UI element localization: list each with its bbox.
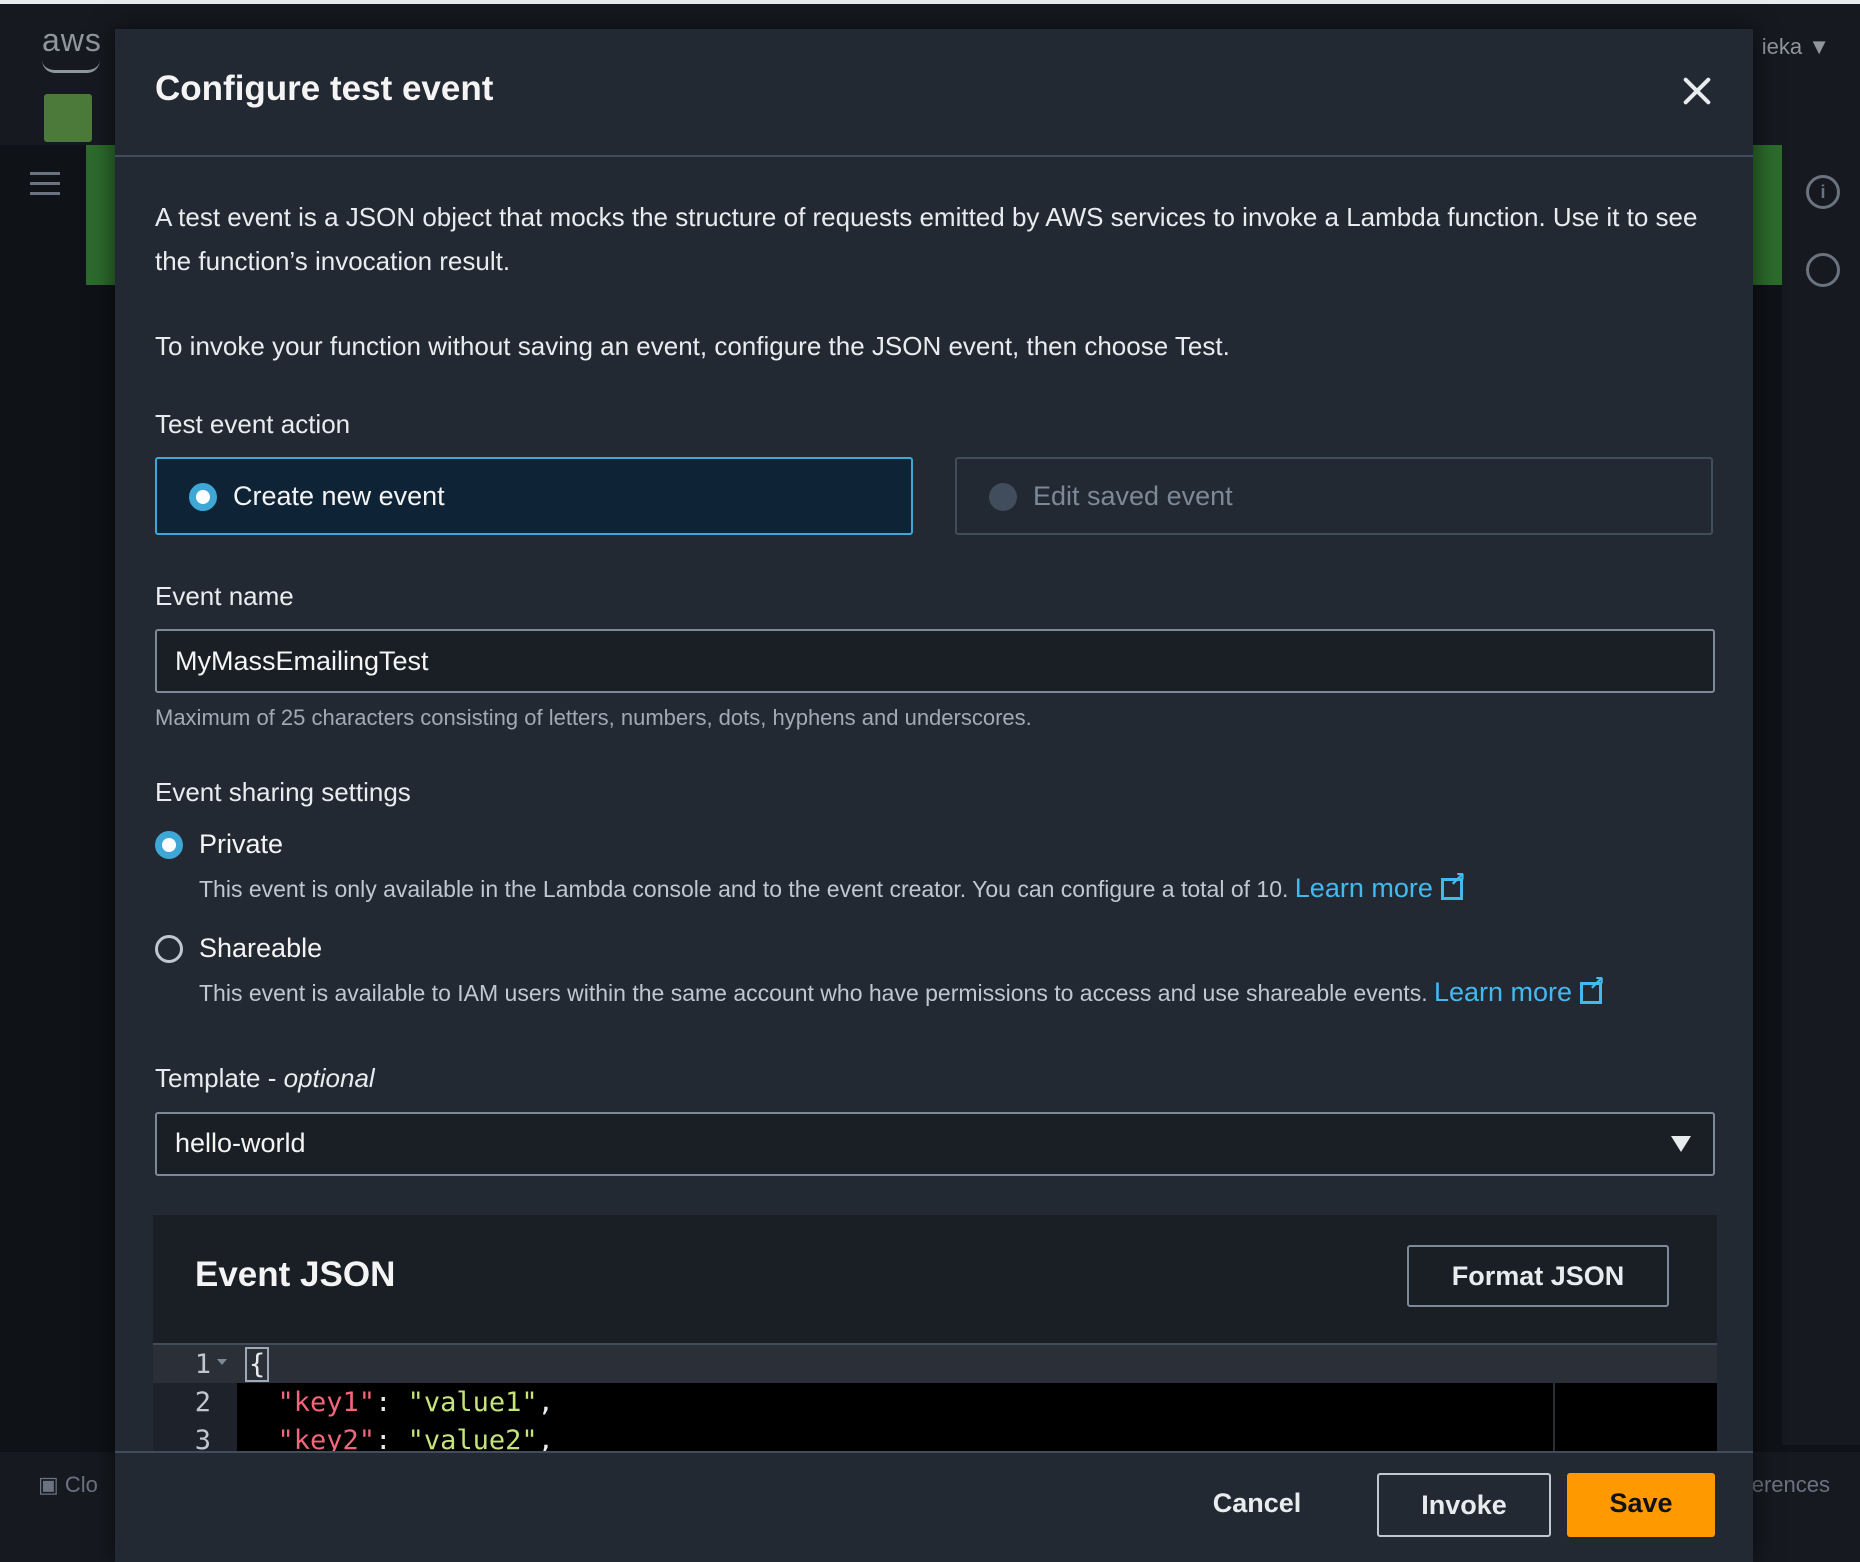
event-json-panel: Event JSON Format JSON 1 { 2 "key1": "va… (153, 1215, 1717, 1455)
cancel-button[interactable]: Cancel (1189, 1473, 1325, 1537)
event-name-label: Event name (155, 581, 294, 611)
code-text: "key1": "value1", (245, 1387, 554, 1418)
external-link-icon (1580, 971, 1605, 1004)
fold-arrow-icon[interactable] (217, 1359, 227, 1365)
line-number: 1 (194, 1349, 211, 1380)
template-optional: optional (283, 1063, 375, 1093)
modal-instructions: To invoke your function without saving a… (155, 331, 1230, 361)
shareable-radio[interactable] (155, 935, 183, 963)
code-text: { (245, 1347, 270, 1382)
hamburger-menu-icon[interactable] (30, 172, 60, 196)
template-label-text: Template - (155, 1063, 284, 1093)
aws-logo[interactable]: aws (42, 22, 102, 59)
line-number: 2 (194, 1387, 211, 1418)
edit-saved-event-label: Edit saved event (1033, 481, 1233, 511)
json-value: "value1" (407, 1387, 538, 1418)
private-learn-more-link[interactable]: Learn more (1294, 867, 1466, 903)
create-new-event-radio[interactable] (189, 483, 217, 511)
open-brace: { (245, 1347, 270, 1382)
template-select[interactable]: hello-world (155, 1112, 1715, 1176)
invoke-button[interactable]: Invoke (1377, 1473, 1551, 1537)
json-code-editor[interactable]: 1 { 2 "key1": "value1", 3 "key2": "value… (153, 1343, 1717, 1455)
shareable-learn-more-link[interactable]: Learn more (1433, 971, 1605, 1007)
edit-saved-event-radio (989, 483, 1017, 511)
modal-header: Configure test event (115, 29, 1753, 157)
event-name-hint: Maximum of 25 characters consisting of l… (155, 705, 1032, 730)
settings-hex-icon[interactable] (1806, 253, 1840, 287)
event-name-input[interactable]: MyMassEmailingTest (155, 629, 1715, 693)
json-separator: : (375, 1387, 408, 1418)
right-rail: i (1782, 145, 1860, 1445)
private-description: This event is only available in the Lamb… (199, 867, 1466, 904)
event-json-title: Event JSON (195, 1255, 396, 1294)
edit-saved-event-tile: Edit saved event (955, 457, 1713, 535)
editor-line[interactable]: 3 "key2": "value2", (153, 1421, 1717, 1455)
json-comma: , (537, 1387, 554, 1418)
modal-footer: Cancel Invoke Save (115, 1451, 1753, 1562)
save-button[interactable]: Save (1567, 1473, 1715, 1537)
lambda-service-icon[interactable] (44, 94, 92, 142)
user-menu[interactable]: ieka ▼ (1762, 34, 1830, 60)
close-icon[interactable] (1677, 71, 1717, 111)
cloudshell-link[interactable]: ▣ Clo (38, 1472, 98, 1498)
private-radio[interactable] (155, 831, 183, 859)
preferences-link[interactable]: erences (1752, 1472, 1830, 1498)
json-key: "key1" (277, 1387, 376, 1418)
caret-down-icon (1671, 1136, 1691, 1152)
aws-logo-smile (42, 60, 100, 73)
test-event-action-label: Test event action (155, 409, 351, 439)
info-icon[interactable]: i (1806, 175, 1840, 209)
event-sharing-label: Event sharing settings (155, 777, 411, 807)
shareable-description: This event is available to IAM users wit… (199, 971, 1605, 1008)
editor-line[interactable]: 1 { (153, 1345, 1717, 1383)
cloudshell-label: Clo (64, 1472, 98, 1497)
configure-test-event-modal: Configure test event A test event is a J… (115, 29, 1753, 1562)
template-label: Template - optional (155, 1063, 375, 1094)
modal-title: Configure test event (155, 69, 494, 108)
editor-line[interactable]: 2 "key1": "value1", (153, 1383, 1717, 1421)
private-description-text: This event is only available in the Lamb… (199, 876, 1289, 902)
private-label: Private (199, 829, 284, 859)
external-link-icon (1440, 867, 1466, 900)
private-learn-more-text: Learn more (1294, 873, 1433, 903)
shareable-description-text: This event is available to IAM users wit… (199, 980, 1428, 1006)
format-json-button[interactable]: Format JSON (1407, 1245, 1669, 1307)
shareable-learn-more-text: Learn more (1433, 977, 1573, 1007)
shareable-label: Shareable (199, 933, 323, 963)
create-new-event-tile[interactable]: Create new event (155, 457, 913, 535)
create-new-event-label: Create new event (233, 481, 445, 511)
template-select-value: hello-world (175, 1128, 306, 1158)
modal-description: A test event is a JSON object that mocks… (155, 202, 1698, 276)
